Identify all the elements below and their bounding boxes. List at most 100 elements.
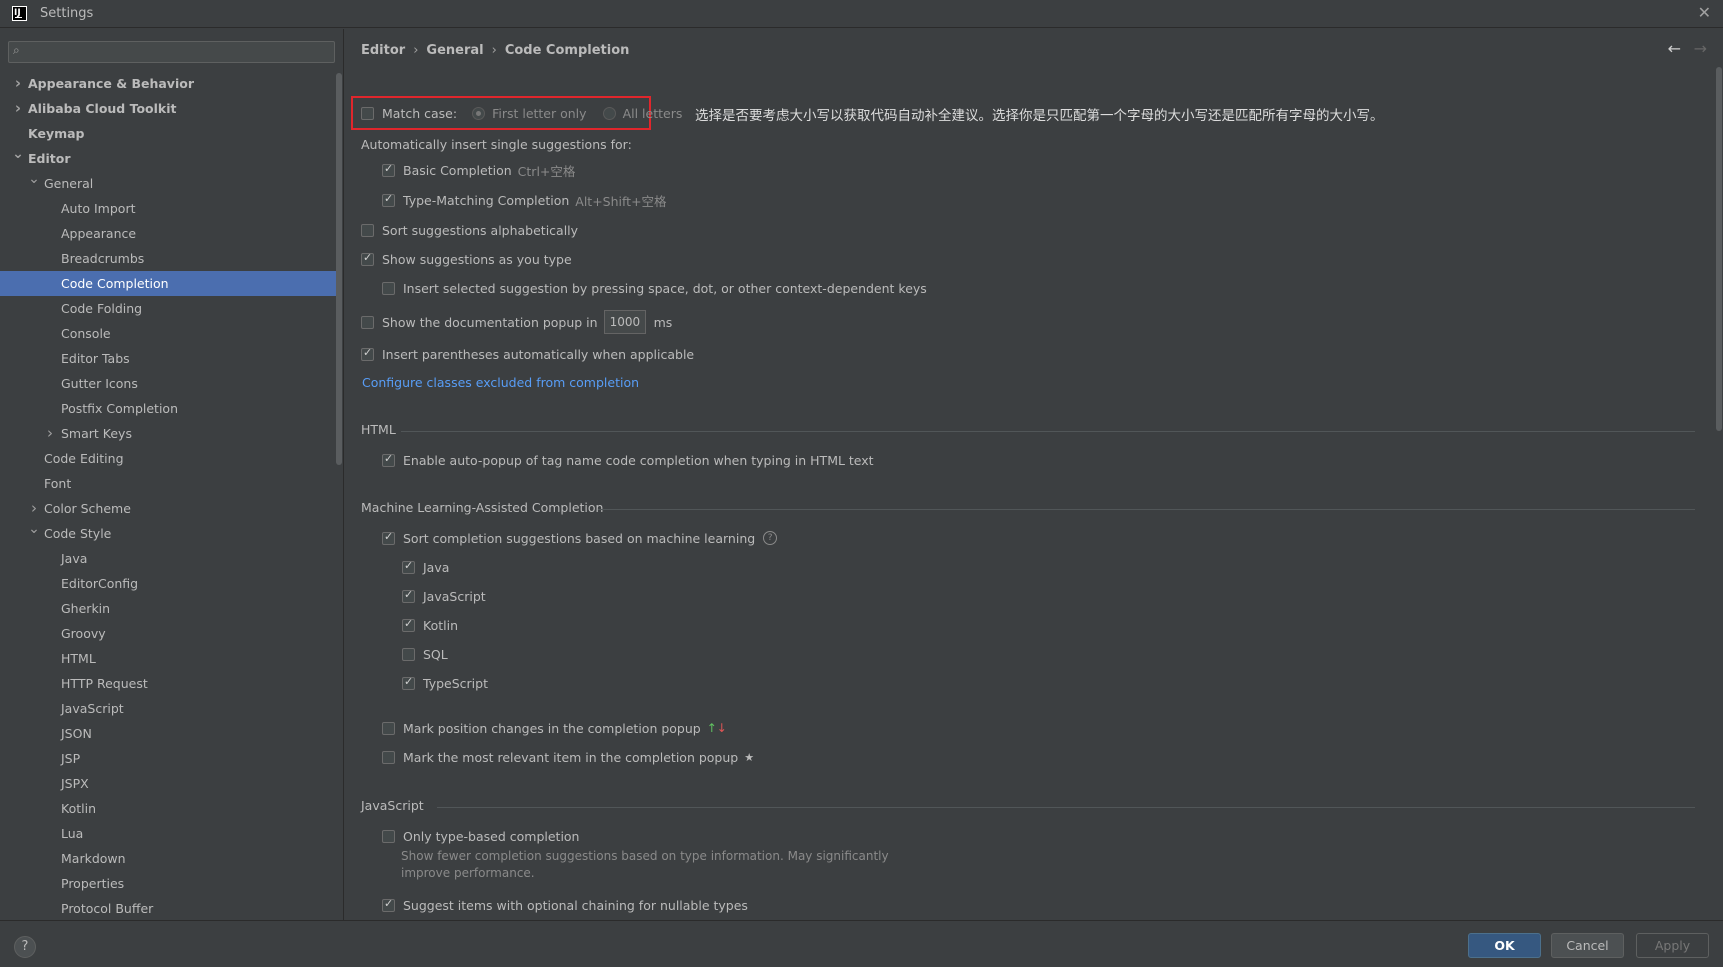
sidebar-item-kotlin[interactable]: Kotlin [0, 796, 336, 821]
match-case-checkbox[interactable] [361, 106, 374, 120]
sidebar-item-code-style[interactable]: ⌄ Code Style [0, 521, 336, 546]
doc-popup-delay-input[interactable] [603, 310, 646, 334]
chevron-right-icon[interactable]: › [12, 71, 24, 96]
ml-typescript-checkbox[interactable] [402, 675, 415, 690]
html-auto-popup-row: Enable auto-popup of tag name code compl… [382, 450, 874, 470]
mark-relevant-checkbox[interactable] [382, 750, 395, 764]
sidebar-item-editorconfig[interactable]: EditorConfig [0, 571, 336, 596]
sidebar-item-breadcrumbs[interactable]: Breadcrumbs [0, 246, 336, 271]
ml-kotlin-checkbox[interactable] [402, 617, 415, 632]
sort-alpha-checkbox[interactable] [361, 223, 374, 237]
sidebar-item-groovy[interactable]: Groovy [0, 621, 336, 646]
sidebar-item-javascript[interactable]: JavaScript [0, 696, 336, 721]
apply-button[interactable]: Apply [1636, 933, 1709, 958]
help-button[interactable]: ? [14, 936, 36, 958]
doc-popup-label: Show the documentation popup in [382, 314, 598, 330]
sidebar-item-label: Editor Tabs [61, 351, 130, 366]
ml-sql-checkbox[interactable] [402, 647, 415, 661]
type-based-checkbox[interactable] [382, 829, 395, 843]
mark-position-checkbox[interactable] [382, 721, 395, 735]
sidebar-item-java[interactable]: Java [0, 546, 336, 571]
sidebar-item-label: JSPX [61, 776, 89, 791]
breadcrumb-separator-icon: › [491, 43, 497, 58]
sidebar-item-html[interactable]: HTML [0, 646, 336, 671]
html-section-title: HTML [361, 422, 396, 437]
js-section-divider [437, 807, 1695, 808]
ml-language-row: JavaScript [402, 586, 486, 606]
settings-tree: › Appearance & Behavior › Alibaba Cloud Too… [0, 71, 336, 921]
ml-language-row: Java [402, 557, 449, 577]
configure-excluded-link[interactable]: Configure classes excluded from completi… [362, 375, 639, 390]
search-input[interactable] [31, 43, 329, 61]
breadcrumb-code-completion: Code Completion [504, 43, 630, 58]
insert-selected-checkbox[interactable] [382, 281, 395, 295]
sidebar-item-general[interactable]: ⌄ General [0, 171, 336, 196]
show-as-you-type-checkbox[interactable] [361, 251, 374, 266]
ml-java-checkbox[interactable] [402, 559, 415, 574]
basic-completion-checkbox[interactable] [382, 162, 395, 177]
sidebar-item-jspx[interactable]: JSPX [0, 771, 336, 796]
sidebar-item-markdown[interactable]: Markdown [0, 846, 336, 871]
chevron-right-icon[interactable]: › [12, 96, 24, 121]
sidebar-item-gherkin[interactable]: Gherkin [0, 596, 336, 621]
sidebar-item-properties[interactable]: Properties [0, 871, 336, 896]
cancel-button[interactable]: Cancel [1551, 933, 1624, 958]
ml-javascript-checkbox[interactable] [402, 588, 415, 603]
sidebar-item-appearance[interactable]: Appearance [0, 221, 336, 246]
sidebar-item-editor[interactable]: ⌄ Editor [0, 146, 336, 171]
sidebar-item-label: Appearance [61, 226, 137, 241]
back-arrow-icon[interactable]: ← [1668, 39, 1681, 58]
sidebar-item-alibaba-cloud-toolkit[interactable]: › Alibaba Cloud Toolkit [0, 96, 336, 121]
html-auto-popup-checkbox[interactable] [382, 452, 395, 467]
sidebar-item-json[interactable]: JSON [0, 721, 336, 746]
sidebar-item-lua[interactable]: Lua [0, 821, 336, 846]
sidebar-item-label: EditorConfig [61, 576, 139, 591]
sidebar-item-code-folding[interactable]: Code Folding [0, 296, 336, 321]
sidebar-item-protocol-buffer[interactable]: Protocol Buffer [0, 896, 336, 921]
sidebar-item-http-request[interactable]: HTTP Request [0, 671, 336, 696]
optional-chaining-row: Suggest items with optional chaining for… [382, 895, 748, 915]
forward-arrow-icon[interactable]: → [1694, 39, 1707, 58]
sidebar-item-gutter-icons[interactable]: Gutter Icons [0, 371, 336, 396]
sidebar-item-auto-import[interactable]: Auto Import [0, 196, 336, 221]
sidebar-item-editor-tabs[interactable]: Editor Tabs [0, 346, 336, 371]
sort-ml-row: Sort completion suggestions based on mac… [382, 528, 778, 548]
sidebar-item-label: Gherkin [61, 601, 111, 616]
ml-section-divider [598, 509, 1695, 510]
sidebar-item-jsp[interactable]: JSP [0, 746, 336, 771]
type-matching-checkbox[interactable] [382, 192, 395, 207]
sidebar-item-color-scheme[interactable]: › Color Scheme [0, 496, 336, 521]
chevron-right-icon[interactable]: › [44, 421, 56, 446]
first-letter-radio[interactable] [472, 106, 486, 120]
sidebar-item-label: JavaScript [61, 701, 124, 716]
sidebar-item-keymap[interactable]: Keymap [0, 121, 336, 146]
sidebar-item-label: HTTP Request [61, 676, 148, 691]
optional-chaining-checkbox[interactable] [382, 897, 395, 912]
sidebar-item-code-editing[interactable]: Code Editing [0, 446, 336, 471]
chevron-down-icon[interactable]: ⌄ [28, 167, 40, 192]
sidebar-item-label: General [44, 176, 94, 191]
sidebar-item-font[interactable]: Font [0, 471, 336, 496]
sidebar-item-appearance-behavior[interactable]: › Appearance & Behavior [0, 71, 336, 96]
sidebar-item-console[interactable]: Console [0, 321, 336, 346]
insert-parens-row: Insert parentheses automatically when ap… [361, 344, 694, 364]
ml-section-title: Machine Learning-Assisted Completion [361, 500, 604, 515]
chevron-down-icon[interactable]: ⌄ [12, 142, 24, 167]
sidebar-item-smart-keys[interactable]: › Smart Keys [0, 421, 336, 446]
sidebar-item-postfix-completion[interactable]: Postfix Completion [0, 396, 336, 421]
type-based-row: Only type-based completion [382, 826, 579, 846]
search-box[interactable]: ⌕ [8, 41, 335, 63]
sidebar-item-label: Auto Import [61, 201, 136, 216]
ok-button[interactable]: OK [1468, 933, 1541, 958]
sidebar-scroll-thumb[interactable] [336, 73, 342, 465]
insert-parens-checkbox[interactable] [361, 346, 374, 361]
sidebar-item-code-completion[interactable]: Code Completion [0, 271, 336, 296]
content-scroll-thumb[interactable] [1716, 67, 1722, 431]
mark-position-label: Mark position changes in the completion … [403, 720, 701, 736]
close-icon[interactable]: ✕ [1698, 3, 1711, 22]
doc-popup-checkbox[interactable] [361, 315, 374, 329]
help-question-icon[interactable]: ? [763, 531, 778, 545]
sort-ml-checkbox[interactable] [382, 530, 395, 545]
all-letters-radio[interactable] [602, 106, 616, 120]
chevron-down-icon[interactable]: ⌄ [28, 517, 40, 542]
